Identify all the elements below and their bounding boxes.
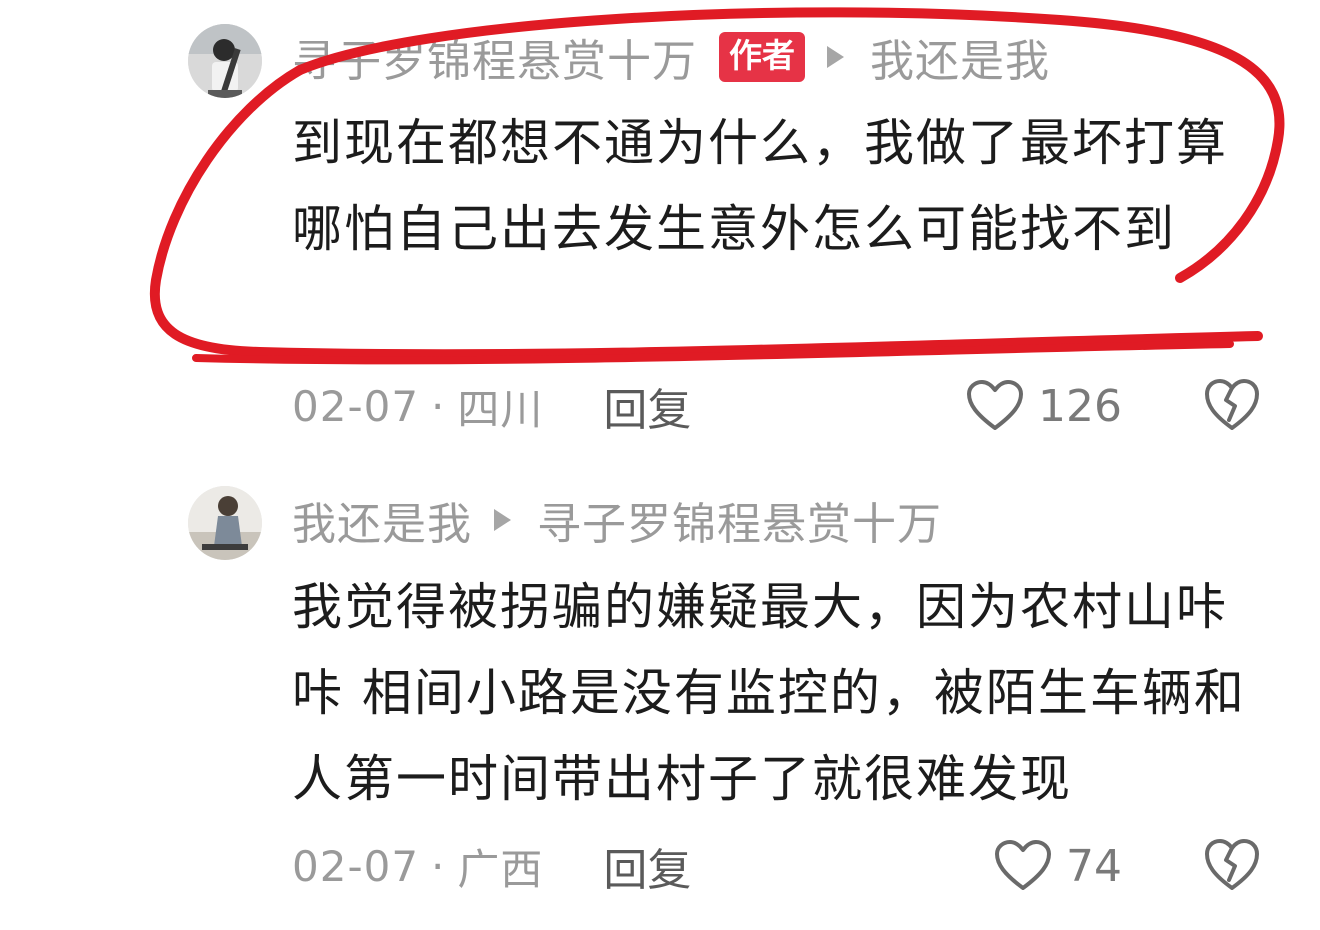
reply-to-username[interactable]: 寻子罗锦程悬赏十万 [537,488,942,552]
reply-to-username[interactable]: 我还是我 [870,25,1050,89]
dislike-button[interactable] [1204,378,1260,436]
comment-header: 我还是我 寻子罗锦程悬赏十万 [292,490,942,550]
comment-meta: 02-07 · 广西 回复 [292,838,691,897]
heart-outline-icon [995,840,1051,890]
reply-button[interactable]: 回复 [603,834,691,898]
triangle-right-icon [494,509,511,531]
comment-list: 寻子罗锦程悬赏十万 作者 我还是我 到现在都想不通为什么，我做了最坏打算哪怕自己… [0,0,1320,930]
username[interactable]: 寻子罗锦程悬赏十万 [292,25,697,89]
comment-item: 寻子罗锦程悬赏十万 作者 我还是我 到现在都想不通为什么，我做了最坏打算哪怕自己… [0,0,1320,460]
comment-header: 寻子罗锦程悬赏十万 作者 我还是我 [292,26,1050,88]
comment-date: 02-07 [292,841,420,891]
comment-location: 四川 [457,384,544,434]
comment-text: 我觉得被拐骗的嫌疑最大，因为农村山咔咔 相间小路是没有监控的，被陌生车辆和人第一… [292,578,1246,808]
meta-separator: · [431,381,446,431]
comment-text: 到现在都想不通为什么，我做了最坏打算哪怕自己出去发生意外怎么可能找不到 [292,114,1228,258]
like-count: 74 [1066,840,1122,892]
heart-outline-icon [967,380,1023,430]
avatar-image [188,24,262,98]
avatar[interactable] [188,24,262,98]
like-button[interactable]: 126 [966,376,1122,436]
broken-heart-icon [1205,379,1259,430]
avatar[interactable] [188,486,262,560]
broken-heart-icon [1205,839,1259,890]
author-badge: 作者 [719,32,805,82]
meta-separator: · [431,841,446,891]
reply-button[interactable]: 回复 [603,374,691,438]
like-count: 126 [1038,380,1122,432]
like-button[interactable]: 74 [994,836,1122,896]
avatar-image [188,486,262,560]
triangle-right-icon [827,46,844,68]
dislike-button[interactable] [1204,838,1260,896]
comment-meta: 02-07 · 四川 回复 [292,378,691,437]
username[interactable]: 我还是我 [292,488,472,552]
comment-item: 我还是我 寻子罗锦程悬赏十万 我觉得被拐骗的嫌疑最大，因为农村山咔咔 相间小路是… [0,460,1320,930]
comment-location: 广西 [457,844,544,894]
comment-date: 02-07 [292,381,420,431]
